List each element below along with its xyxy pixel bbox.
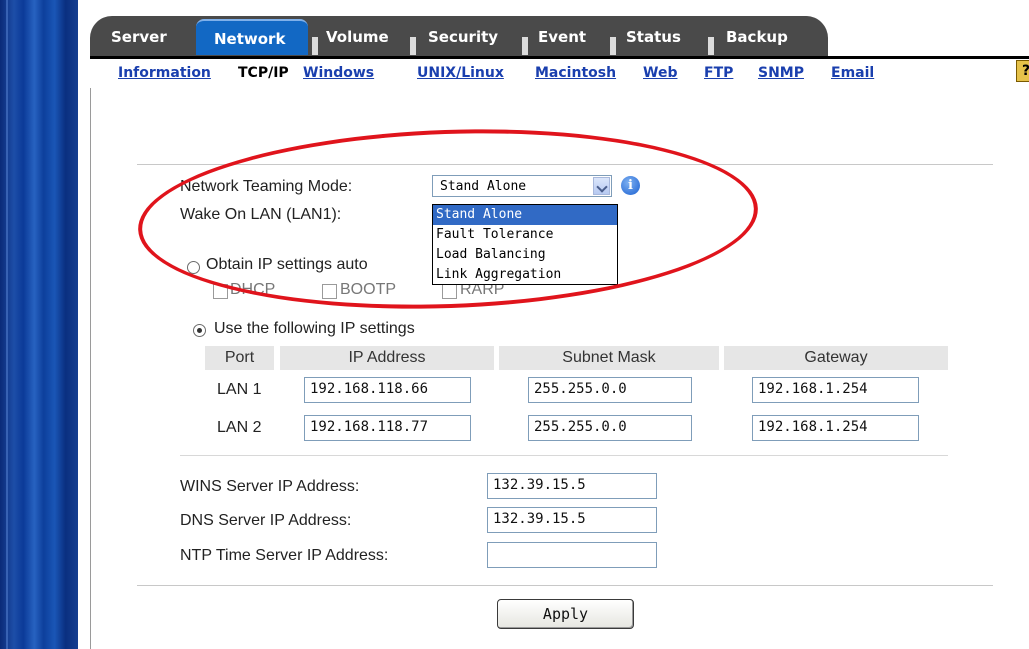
teaming-mode-select[interactable]: Stand Alone xyxy=(432,175,612,197)
dns-label: DNS Server IP Address: xyxy=(180,512,352,529)
divider xyxy=(137,164,993,165)
apply-button[interactable]: Apply xyxy=(497,599,634,629)
lan1-ip-input[interactable]: 192.168.118.66 xyxy=(304,377,471,403)
dhcp-checkbox[interactable] xyxy=(213,284,228,299)
tab-label: Server xyxy=(111,28,167,46)
dropdown-option-stand-alone[interactable]: Stand Alone xyxy=(433,205,617,225)
subnav-web[interactable]: Web xyxy=(643,65,677,81)
tab-label: Event xyxy=(538,28,587,46)
lan1-gateway-input[interactable]: 192.168.1.254 xyxy=(752,377,919,403)
ntp-label: NTP Time Server IP Address: xyxy=(180,547,389,564)
obtain-ip-label: Obtain IP settings auto xyxy=(206,256,368,273)
teaming-mode-label: Network Teaming Mode: xyxy=(180,178,353,195)
subnav-snmp[interactable]: SNMP xyxy=(758,65,804,81)
column-header-gateway: Gateway xyxy=(724,346,948,370)
bootp-label: BOOTP xyxy=(340,281,397,298)
tab-label: Volume xyxy=(326,28,389,46)
teaming-mode-value: Stand Alone xyxy=(440,179,527,194)
subnav-macintosh[interactable]: Macintosh xyxy=(535,65,616,81)
wake-on-lan-label: Wake On LAN (LAN1): xyxy=(180,206,342,223)
left-decorative-bar xyxy=(0,0,78,649)
tab-volume[interactable]: Volume xyxy=(312,19,410,55)
chevron-down-icon[interactable] xyxy=(593,177,610,195)
lan2-subnet-input[interactable]: 255.255.0.0 xyxy=(528,415,692,441)
column-header-ip: IP Address xyxy=(280,346,494,370)
tab-status[interactable]: Status xyxy=(610,19,706,55)
tab-label: Status xyxy=(626,28,681,46)
subnav-information[interactable]: Information xyxy=(118,65,211,81)
lan2-gateway-input[interactable]: 192.168.1.254 xyxy=(752,415,919,441)
tab-separator xyxy=(708,37,714,55)
obtain-ip-radio[interactable] xyxy=(187,261,200,274)
wins-input[interactable]: 132.39.15.5 xyxy=(487,473,657,499)
tab-label: Security xyxy=(428,28,499,46)
lan2-ip-input[interactable]: 192.168.118.77 xyxy=(304,415,471,441)
tab-backup[interactable]: Backup xyxy=(708,19,808,55)
dhcp-label: DHCP xyxy=(230,281,276,298)
tab-separator xyxy=(410,37,416,55)
ntp-input[interactable] xyxy=(487,542,657,568)
tab-separator xyxy=(522,37,528,55)
tab-event[interactable]: Event xyxy=(522,19,610,55)
subnav-windows[interactable]: Windows xyxy=(303,65,374,81)
dropdown-option-link-aggregation[interactable]: Link Aggregation xyxy=(433,265,617,285)
teaming-mode-dropdown-list[interactable]: Stand Alone Fault Tolerance Load Balanci… xyxy=(432,204,618,285)
dns-input[interactable]: 132.39.15.5 xyxy=(487,507,657,533)
tab-label: Network xyxy=(214,30,286,48)
tab-server[interactable]: Server xyxy=(103,19,191,55)
lan2-port: LAN 2 xyxy=(217,419,262,436)
lan1-port: LAN 1 xyxy=(217,381,262,398)
column-header-subnet: Subnet Mask xyxy=(499,346,719,370)
subnav-ftp[interactable]: FTP xyxy=(704,65,733,81)
tab-separator xyxy=(312,37,318,55)
tab-network[interactable]: Network xyxy=(196,19,308,55)
use-following-label: Use the following IP settings xyxy=(214,320,415,337)
tab-separator xyxy=(610,37,616,55)
sub-navigation: Information TCP/IP Windows UNIX/Linux Ma… xyxy=(90,56,1029,91)
rarp-checkbox[interactable] xyxy=(442,284,457,299)
subnav-unix-linux[interactable]: UNIX/Linux xyxy=(417,65,504,81)
column-header-port: Port xyxy=(205,346,274,370)
wins-label: WINS Server IP Address: xyxy=(180,478,360,495)
lan1-subnet-input[interactable]: 255.255.0.0 xyxy=(528,377,692,403)
dropdown-option-fault-tolerance[interactable]: Fault Tolerance xyxy=(433,225,617,245)
tab-label: Backup xyxy=(726,28,788,46)
dropdown-option-load-balancing[interactable]: Load Balancing xyxy=(433,245,617,265)
help-icon[interactable]: ? xyxy=(1016,60,1029,82)
subnav-tcpip[interactable]: TCP/IP xyxy=(238,65,289,81)
tab-security[interactable]: Security xyxy=(410,19,522,55)
bootp-checkbox[interactable] xyxy=(322,284,337,299)
divider xyxy=(180,455,948,456)
info-icon[interactable]: i xyxy=(621,176,640,195)
divider xyxy=(137,585,993,586)
subnav-email[interactable]: Email xyxy=(831,65,874,81)
use-following-radio[interactable] xyxy=(193,324,206,337)
